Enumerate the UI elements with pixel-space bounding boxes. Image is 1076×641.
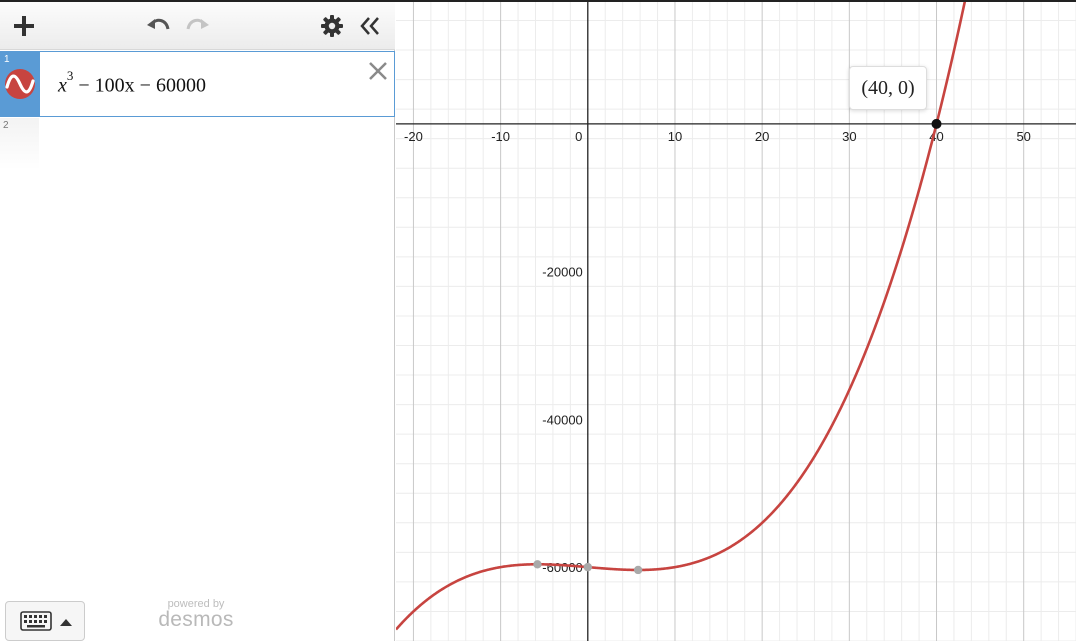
settings-button[interactable] <box>318 12 346 40</box>
expression-tab[interactable]: 1 <box>1 52 40 116</box>
close-icon <box>369 62 387 80</box>
redo-icon <box>186 18 209 30</box>
expression-panel: 1 x3 − 100x − 60000 2 powered by desmos <box>0 2 395 641</box>
axes <box>396 2 1076 641</box>
expression-toolbar <box>0 2 395 50</box>
redo-button[interactable] <box>183 12 211 40</box>
expression-row-empty[interactable]: 2 <box>0 118 395 170</box>
x-tick-label: 30 <box>842 129 856 144</box>
curve-point[interactable] <box>533 560 542 569</box>
expression-math[interactable]: x3 − 100x − 60000 <box>58 68 206 98</box>
x-tick-label: 20 <box>755 129 769 144</box>
collapse-panel-button[interactable] <box>356 12 384 40</box>
desmos-logo: desmos <box>158 608 234 631</box>
math-exponent: 3 <box>66 68 74 83</box>
x-tick-label: -20 <box>404 129 423 144</box>
x-tick-label: 10 <box>668 129 682 144</box>
double-chevron-left-icon <box>360 17 379 35</box>
plus-icon <box>14 16 34 36</box>
curve-point[interactable] <box>583 562 592 572</box>
curve-point[interactable] <box>633 565 643 575</box>
powered-by-desmos[interactable]: powered by desmos <box>156 598 236 632</box>
root-point[interactable] <box>931 118 942 129</box>
math-base: x <box>58 74 67 97</box>
delete-expression-button[interactable] <box>367 60 389 82</box>
minor-gridlines <box>396 2 1076 641</box>
y-tick-label: -40000 <box>542 412 582 427</box>
point-coordinate-label[interactable]: (40, 0) <box>849 66 927 110</box>
y-tick-label: -60000 <box>542 560 582 575</box>
x-tick-label: 50 <box>1016 129 1030 144</box>
keyboard-icon <box>20 611 52 631</box>
y-tick-label: -20000 <box>542 265 582 280</box>
gear-icon <box>321 15 343 37</box>
expression-row[interactable]: 1 x3 − 100x − 60000 <box>0 51 395 117</box>
graph-paper[interactable]: -20 -10 0 10 20 30 40 50-20000-40000-60000 <box>396 2 1076 641</box>
expression-tab: 2 <box>0 118 39 170</box>
caret-up-icon <box>60 619 72 626</box>
expression-index: 2 <box>3 120 9 131</box>
undo-icon <box>147 18 170 30</box>
undo-button[interactable] <box>145 12 173 40</box>
x-tick-label: -10 <box>491 129 510 144</box>
x-tick-label: 0 <box>575 129 582 144</box>
major-gridlines <box>412 2 1025 641</box>
add-item-button[interactable] <box>10 12 38 40</box>
keypad-toggle-button[interactable] <box>5 601 85 641</box>
math-rest: − 100x − 60000 <box>73 74 206 97</box>
function-graph-icon[interactable] <box>4 68 36 100</box>
expression-index: 1 <box>4 54 10 65</box>
special-points[interactable] <box>533 118 942 575</box>
